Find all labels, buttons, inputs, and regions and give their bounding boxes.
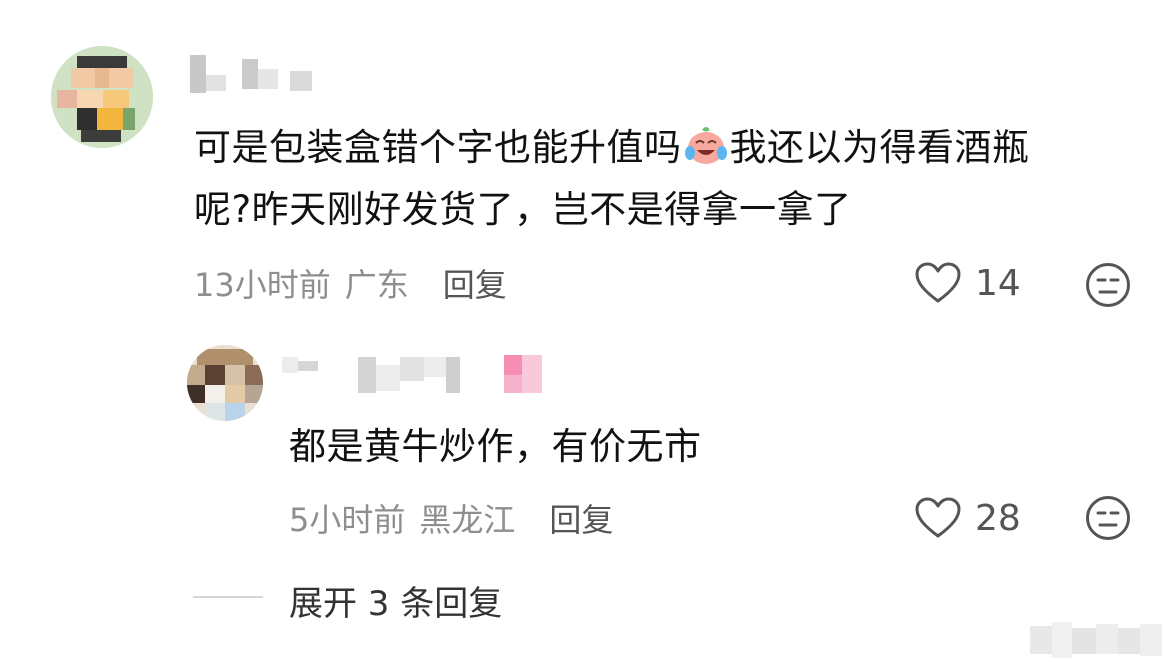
watermark-blurred (1030, 622, 1162, 658)
comment-meta: 13小时前 广东 回复 (194, 260, 507, 306)
reply-meta: 5小时前 黑龙江 回复 (289, 495, 613, 541)
comment-text-line2: 呢?昨天刚好发货了，岂不是得拿一拿了 (194, 188, 852, 231)
comment-text-part1: 可是包装盒错个字也能升值吗 (194, 126, 682, 169)
dislike-face-icon[interactable] (1085, 262, 1131, 308)
like-count: 14 (975, 262, 1021, 304)
comment-location: 广东 (344, 266, 409, 304)
reply-button[interactable]: 回复 (549, 495, 613, 541)
expand-replies-button[interactable]: 展开 3 条回复 (289, 576, 502, 625)
username-blurred[interactable] (190, 55, 318, 95)
reply-button[interactable]: 回复 (443, 260, 507, 306)
reply-avatar[interactable] (187, 345, 263, 421)
comment-text-part2: 我还以为得看酒瓶 (729, 126, 1030, 169)
comment-time: 13小时前 (194, 266, 331, 304)
avatar-mosaic-image (51, 46, 153, 148)
like-button[interactable]: 14 (915, 262, 1021, 304)
crying-laughing-face-emoji (684, 127, 727, 164)
reply-username-blurred[interactable] (282, 355, 544, 395)
heart-icon (915, 262, 961, 303)
avatar-mosaic-image (187, 345, 263, 421)
heart-icon (915, 497, 961, 538)
expand-divider (193, 596, 263, 598)
dislike-face-icon[interactable] (1085, 495, 1131, 541)
reply-text: 都是黄牛炒作，有价无市 (289, 425, 702, 468)
reply-time: 5小时前 (289, 501, 406, 539)
reply-location: 黑龙江 (419, 501, 516, 539)
reply-like-count: 28 (975, 497, 1021, 539)
comment-text: 可是包装盒错个字也能升值吗 我还以为得看酒瓶 呢?昨天刚好发货了，岂不是得拿一拿… (194, 117, 1134, 241)
reply-like-button[interactable]: 28 (915, 497, 1021, 539)
avatar[interactable] (51, 46, 153, 148)
